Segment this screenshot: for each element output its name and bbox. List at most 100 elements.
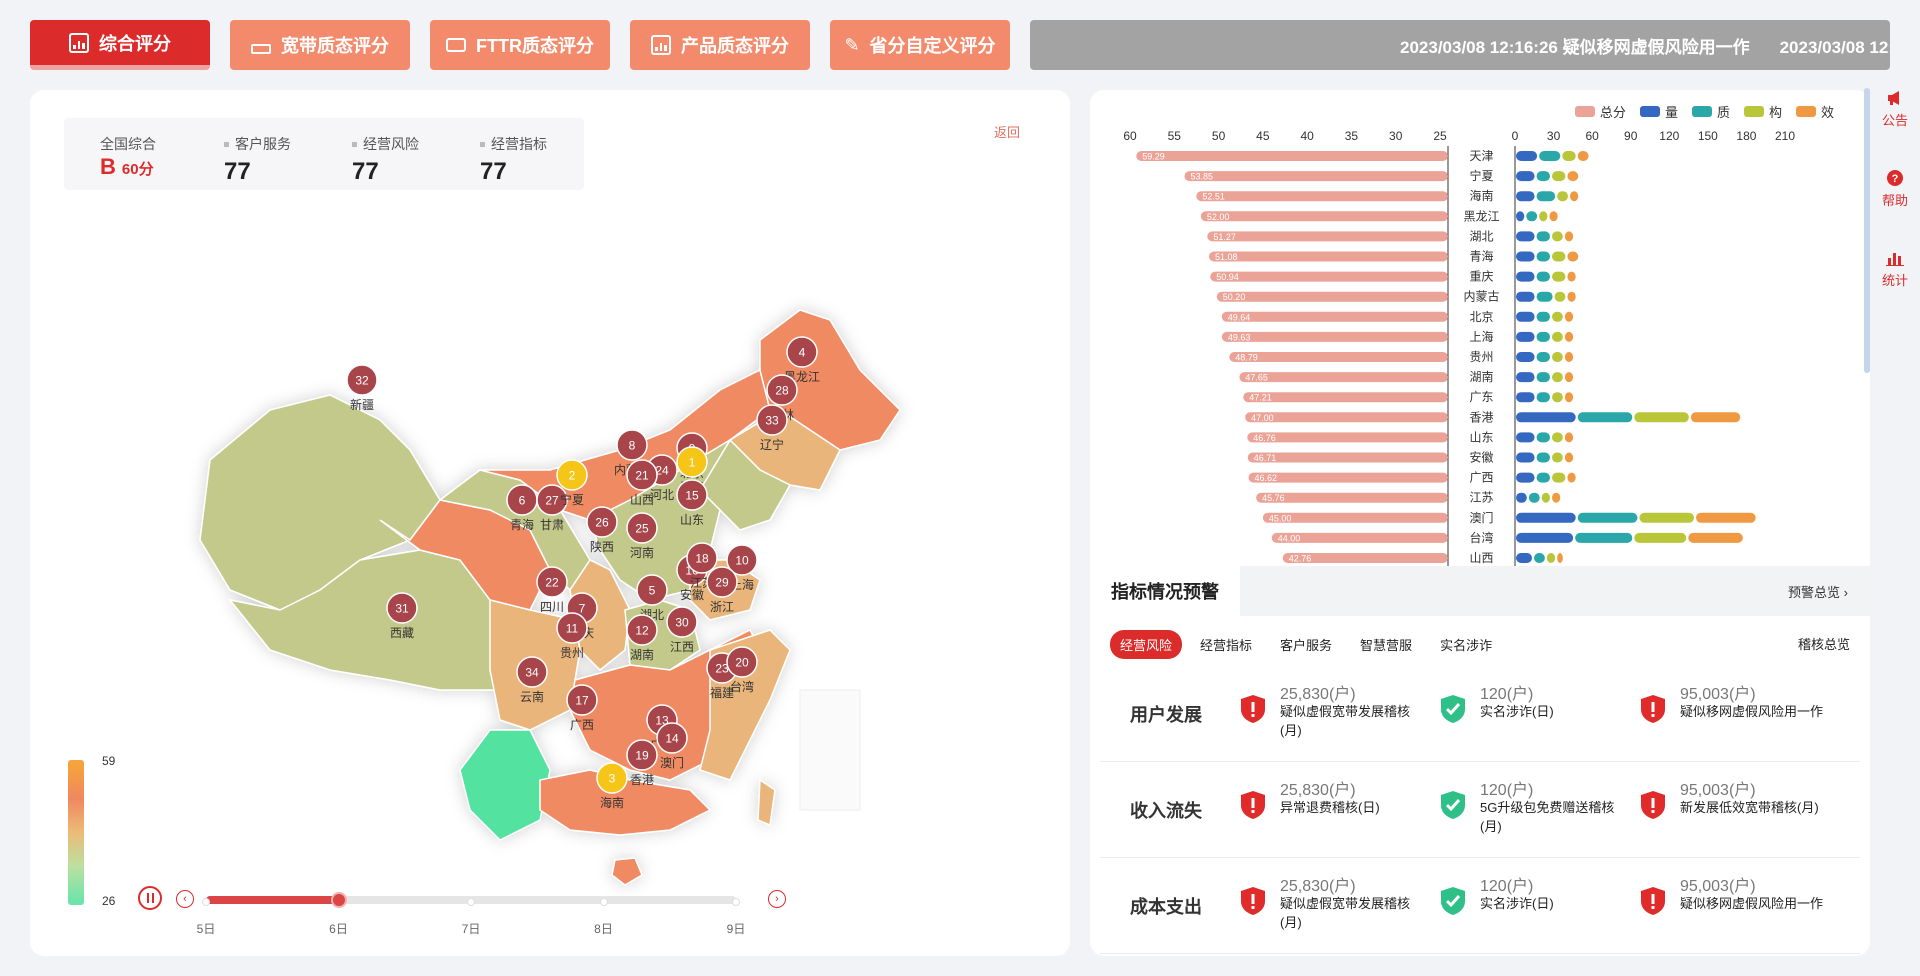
series-bar-4: [1567, 472, 1576, 483]
total-score-label: 49.63: [1228, 332, 1251, 342]
right-axis-tick: 30: [1547, 129, 1561, 143]
shield-check-icon: [1441, 887, 1465, 915]
tab-business-risk[interactable]: 经营风险: [1110, 630, 1183, 659]
series-bar-1: [1516, 392, 1535, 403]
map-region[interactable]: [757, 778, 776, 827]
legend-item-volume[interactable]: 量: [1639, 102, 1678, 121]
help-icon: ?: [1887, 170, 1903, 186]
total-score-bar: [1256, 492, 1448, 503]
alert-count: 95,003(户): [1680, 686, 1756, 703]
rank-number: 7: [579, 602, 586, 616]
nav-button-broadband-score[interactable]: 宽带质态评分: [230, 20, 410, 70]
side-button-statistics[interactable]: 统计: [1878, 250, 1912, 289]
tab-smart-service[interactable]: 智慧营服: [1350, 630, 1422, 659]
rank-number: 27: [545, 494, 559, 508]
tab-business-indicator[interactable]: 经营指标: [1190, 630, 1262, 659]
timeline-tick[interactable]: [599, 898, 608, 906]
timeline-handle[interactable]: [330, 892, 347, 908]
series-bar-2: [1536, 472, 1550, 483]
series-bar-1: [1516, 271, 1535, 282]
series-bar-2: [1575, 532, 1633, 543]
series-bar-3: [1639, 512, 1694, 523]
map-region[interactable]: [611, 857, 643, 886]
alert-overview-link[interactable]: 预警总览 ›: [1788, 582, 1848, 601]
legend-item-total[interactable]: 总分: [1574, 102, 1626, 121]
category-label: 天津: [1469, 149, 1493, 163]
series-bar-1: [1516, 452, 1535, 463]
category-label: 重庆: [1469, 270, 1493, 284]
series-bar-1: [1516, 553, 1532, 563]
timeline-track[interactable]: 5日 6日 7日 8日 9日: [197, 892, 745, 936]
audit-overview-link[interactable]: 稽核总览: [1798, 634, 1850, 653]
nav-button-product-score[interactable]: 产品质态评分: [630, 20, 810, 70]
scrollbar[interactable]: [1864, 88, 1870, 373]
pause-icon[interactable]: [138, 886, 162, 910]
shield-alert-icon: [1641, 791, 1665, 819]
rank-number: 26: [595, 516, 609, 530]
side-label: 公告: [1881, 113, 1908, 128]
series-bar-1: [1516, 492, 1527, 503]
series-bar-2: [1536, 231, 1550, 242]
ticker-item: 2023/03/08 12:16:26 疑似移网虚假风险用一作: [1779, 37, 1890, 57]
rank-number: 12: [635, 624, 649, 638]
legend-item-efficiency[interactable]: 效: [1795, 102, 1834, 121]
prev-arrow-icon[interactable]: ‹: [176, 890, 194, 908]
total-score-bar: [1207, 231, 1448, 242]
rank-number: 10: [735, 554, 749, 568]
nav-label: 宽带质态评分: [281, 36, 389, 56]
tab-customer-service[interactable]: 客户服务: [1270, 630, 1342, 659]
category-label: 江苏: [1469, 491, 1493, 505]
timeline-tick[interactable]: [202, 898, 210, 906]
next-arrow-icon[interactable]: ›: [768, 890, 786, 908]
ranking-bar-chart: 60 55 50 45 40 35 30 25 0 30 60 90 120 150 180 210 59.29…: [1123, 129, 1795, 566]
timeline-tick[interactable]: [467, 898, 475, 906]
china-map[interactable]: 32新疆31西藏6青海27甘肃2宁夏8内蒙古4黑龙江28吉林33辽宁9北京1天津…: [30, 90, 1070, 956]
total-score-label: 45.76: [1262, 493, 1285, 503]
total-score-label: 51.27: [1213, 232, 1236, 242]
series-bar-3: [1552, 251, 1566, 262]
province-label: 甘肃: [540, 518, 564, 532]
province-label: 青海: [510, 517, 534, 532]
category-label: 香港: [1469, 410, 1493, 424]
bar-chart-icon: [651, 35, 671, 55]
series-bar-4: [1564, 352, 1574, 362]
ticker-item: 2023/03/08 12:16:26 疑似移网虚假风险用一作: [1400, 37, 1750, 57]
total-score-bar: [1184, 171, 1448, 182]
rank-number: 11: [566, 622, 579, 636]
side-button-help[interactable]: ? 帮助: [1878, 170, 1912, 209]
total-score-bar: [1216, 291, 1448, 302]
series-bar-3: [1552, 171, 1566, 182]
timeline-tick[interactable]: [732, 898, 740, 906]
series-bar-4: [1564, 452, 1574, 463]
alert-text: 疑似移网虚假风险用一作: [1680, 704, 1824, 719]
legend-item-quality[interactable]: 质: [1691, 102, 1730, 121]
edit-icon: ✎: [844, 34, 860, 55]
nav-button-overall-score[interactable]: 综合评分: [30, 20, 210, 70]
category-label: 台湾: [1469, 530, 1493, 545]
left-axis-tick: 40: [1300, 129, 1314, 143]
rank-number: 32: [355, 374, 369, 388]
rank-number: 34: [525, 666, 539, 680]
right-axis-tick: 180: [1736, 129, 1756, 143]
side-button-announcement[interactable]: 公告: [1878, 90, 1912, 129]
left-axis-tick: 25: [1433, 129, 1447, 143]
legend-item-structure[interactable]: 构: [1743, 102, 1782, 121]
series-bar-1: [1516, 352, 1535, 362]
total-score-bar: [1200, 211, 1448, 222]
timeline-label: 9日: [726, 922, 746, 936]
tab-real-name-fraud[interactable]: 实名涉诈: [1430, 630, 1502, 659]
shield-alert-icon: [1241, 695, 1265, 723]
nav-button-custom-score[interactable]: ✎ 省分自定义评分: [830, 20, 1010, 70]
map-panel: 全国综合 B 60分 客户服务 77 经营风险 77 经营指标 77 返回 32 新…: [30, 90, 1070, 956]
total-score-bar: [1247, 432, 1448, 443]
rank-number: 14: [665, 732, 679, 746]
legend-swatch: [1795, 106, 1816, 117]
map-region[interactable]: [459, 729, 551, 841]
series-bar-4: [1577, 151, 1589, 161]
rank-number: 5: [649, 584, 656, 598]
news-ticker[interactable]: 2023/03/08 12:16:26 疑似移网虚假风险用一作 2023/03/…: [1030, 20, 1890, 70]
rank-number: 20: [735, 656, 749, 670]
rank-number: 15: [685, 489, 699, 503]
province-label: 广西: [570, 718, 594, 732]
nav-button-fttr-score[interactable]: FTTR质态评分: [430, 20, 610, 70]
